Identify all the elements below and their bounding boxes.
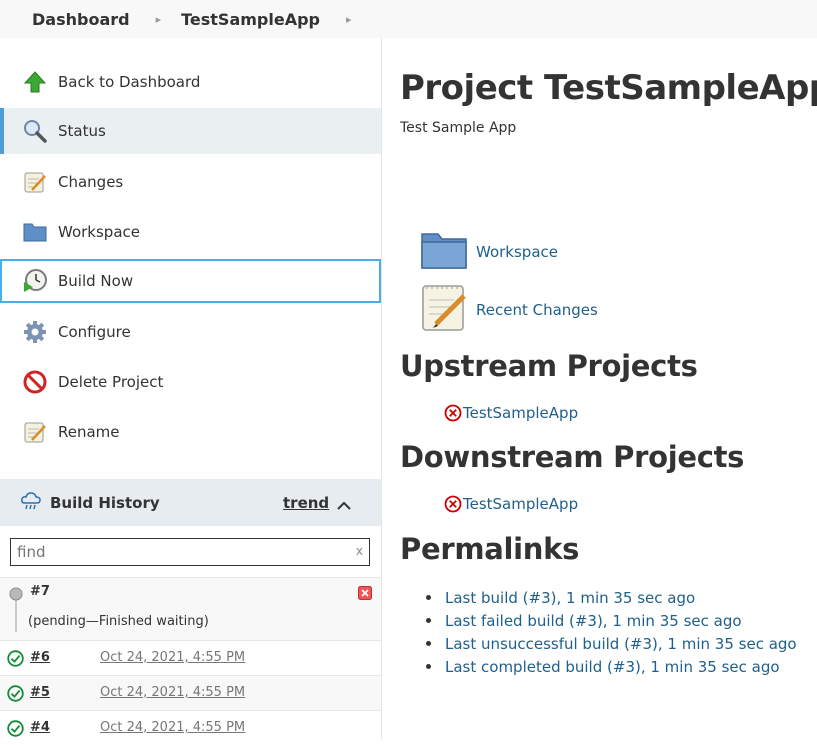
build-number[interactable]: #4	[30, 720, 50, 735]
task-workspace[interactable]: Workspace	[0, 209, 381, 255]
clock-play-icon	[22, 268, 48, 294]
clear-icon[interactable]: x	[356, 544, 363, 558]
permalink-last-failed-build[interactable]: Last failed build (#3), 1 min 35 sec ago	[426, 609, 797, 632]
chevron-up-icon[interactable]	[337, 495, 351, 514]
task-rename[interactable]: Rename	[0, 409, 381, 455]
trend-link[interactable]: trend	[283, 494, 329, 512]
task-label: Status	[58, 122, 106, 140]
up-arrow-icon	[22, 69, 48, 95]
downstream-project-link[interactable]: TestSampleApp	[444, 495, 578, 513]
task-label: Back to Dashboard	[58, 73, 201, 91]
notepad-icon	[22, 169, 48, 195]
downstream-project-label: TestSampleApp	[463, 495, 579, 513]
task-status[interactable]: Status	[0, 108, 381, 154]
task-changes[interactable]: Changes	[0, 159, 381, 205]
find-input[interactable]	[11, 539, 341, 565]
folder-icon	[22, 219, 48, 245]
magnifier-icon	[22, 118, 48, 144]
build-number[interactable]: #7	[30, 584, 50, 599]
success-icon	[7, 685, 24, 706]
error-circle-icon	[444, 495, 462, 513]
weather-rain-icon	[20, 491, 42, 515]
upstream-project-label: TestSampleApp	[463, 404, 579, 422]
task-label: Rename	[58, 423, 120, 441]
build-number[interactable]: #6	[30, 650, 50, 665]
no-entry-icon	[22, 369, 48, 395]
sidebar: Back to Dashboard Status Changes Workspa…	[0, 38, 382, 739]
build-row: #5 Oct 24, 2021, 4:55 PM	[0, 675, 381, 710]
notepad-icon	[420, 282, 468, 338]
recent-changes-link[interactable]: Recent Changes	[420, 282, 598, 338]
task-label: Workspace	[58, 223, 140, 241]
build-number[interactable]: #5	[30, 685, 50, 700]
pending-ball-icon	[8, 586, 24, 636]
upstream-project-link[interactable]: TestSampleApp	[444, 404, 578, 422]
permalink-last-build[interactable]: Last build (#3), 1 min 35 sec ago	[426, 586, 797, 609]
build-row: #4 Oct 24, 2021, 4:55 PM	[0, 710, 381, 745]
breadcrumb: Dashboard ▸ TestSampleApp ▸	[0, 0, 817, 38]
build-history-title: Build History	[50, 493, 160, 512]
folder-icon	[420, 228, 468, 276]
downstream-heading: Downstream Projects	[400, 440, 745, 474]
pending-status: (pending—Finished waiting)	[28, 614, 209, 629]
task-label: Configure	[58, 323, 131, 341]
task-build-now[interactable]: Build Now	[0, 259, 381, 303]
upstream-heading: Upstream Projects	[400, 349, 698, 383]
gear-icon	[22, 319, 48, 345]
build-date[interactable]: Oct 24, 2021, 4:55 PM	[100, 685, 245, 700]
build-date[interactable]: Oct 24, 2021, 4:55 PM	[100, 650, 245, 665]
build-row-pending: #7 (pending—Finished waiting)	[0, 577, 381, 640]
page-title: Project TestSampleApp	[400, 68, 817, 108]
workspace-link[interactable]: Workspace	[420, 228, 558, 276]
task-delete-project[interactable]: Delete Project	[0, 359, 381, 405]
task-label: Changes	[58, 173, 124, 191]
breadcrumb-dashboard[interactable]: Dashboard	[32, 10, 130, 29]
permalink-last-unsuccessful-build[interactable]: Last unsuccessful build (#3), 1 min 35 s…	[426, 632, 797, 655]
task-label: Build Now	[58, 272, 134, 290]
error-circle-icon	[444, 404, 462, 422]
chevron-right-icon[interactable]: ▸	[156, 13, 162, 26]
notepad-icon	[22, 419, 48, 445]
project-description: Test Sample App	[400, 120, 517, 136]
build-row: #6 Oct 24, 2021, 4:55 PM	[0, 640, 381, 675]
chevron-right-icon[interactable]: ▸	[346, 13, 352, 26]
find-box: x	[10, 538, 370, 566]
success-icon	[7, 720, 24, 741]
task-configure[interactable]: Configure	[0, 309, 381, 355]
success-icon	[7, 650, 24, 671]
cancel-build-icon[interactable]	[358, 586, 372, 604]
task-label: Delete Project	[58, 373, 164, 391]
workspace-link-label: Workspace	[476, 243, 558, 261]
permalinks-list: Last build (#3), 1 min 35 sec ago Last f…	[426, 586, 797, 678]
recent-changes-link-label: Recent Changes	[476, 301, 598, 319]
permalink-last-completed-build[interactable]: Last completed build (#3), 1 min 35 sec …	[426, 655, 797, 678]
task-back-to-dashboard[interactable]: Back to Dashboard	[0, 59, 381, 105]
breadcrumb-project[interactable]: TestSampleApp	[181, 10, 320, 29]
build-history-header: Build History trend	[0, 479, 381, 526]
build-date[interactable]: Oct 24, 2021, 4:55 PM	[100, 720, 245, 735]
permalinks-heading: Permalinks	[400, 532, 580, 566]
